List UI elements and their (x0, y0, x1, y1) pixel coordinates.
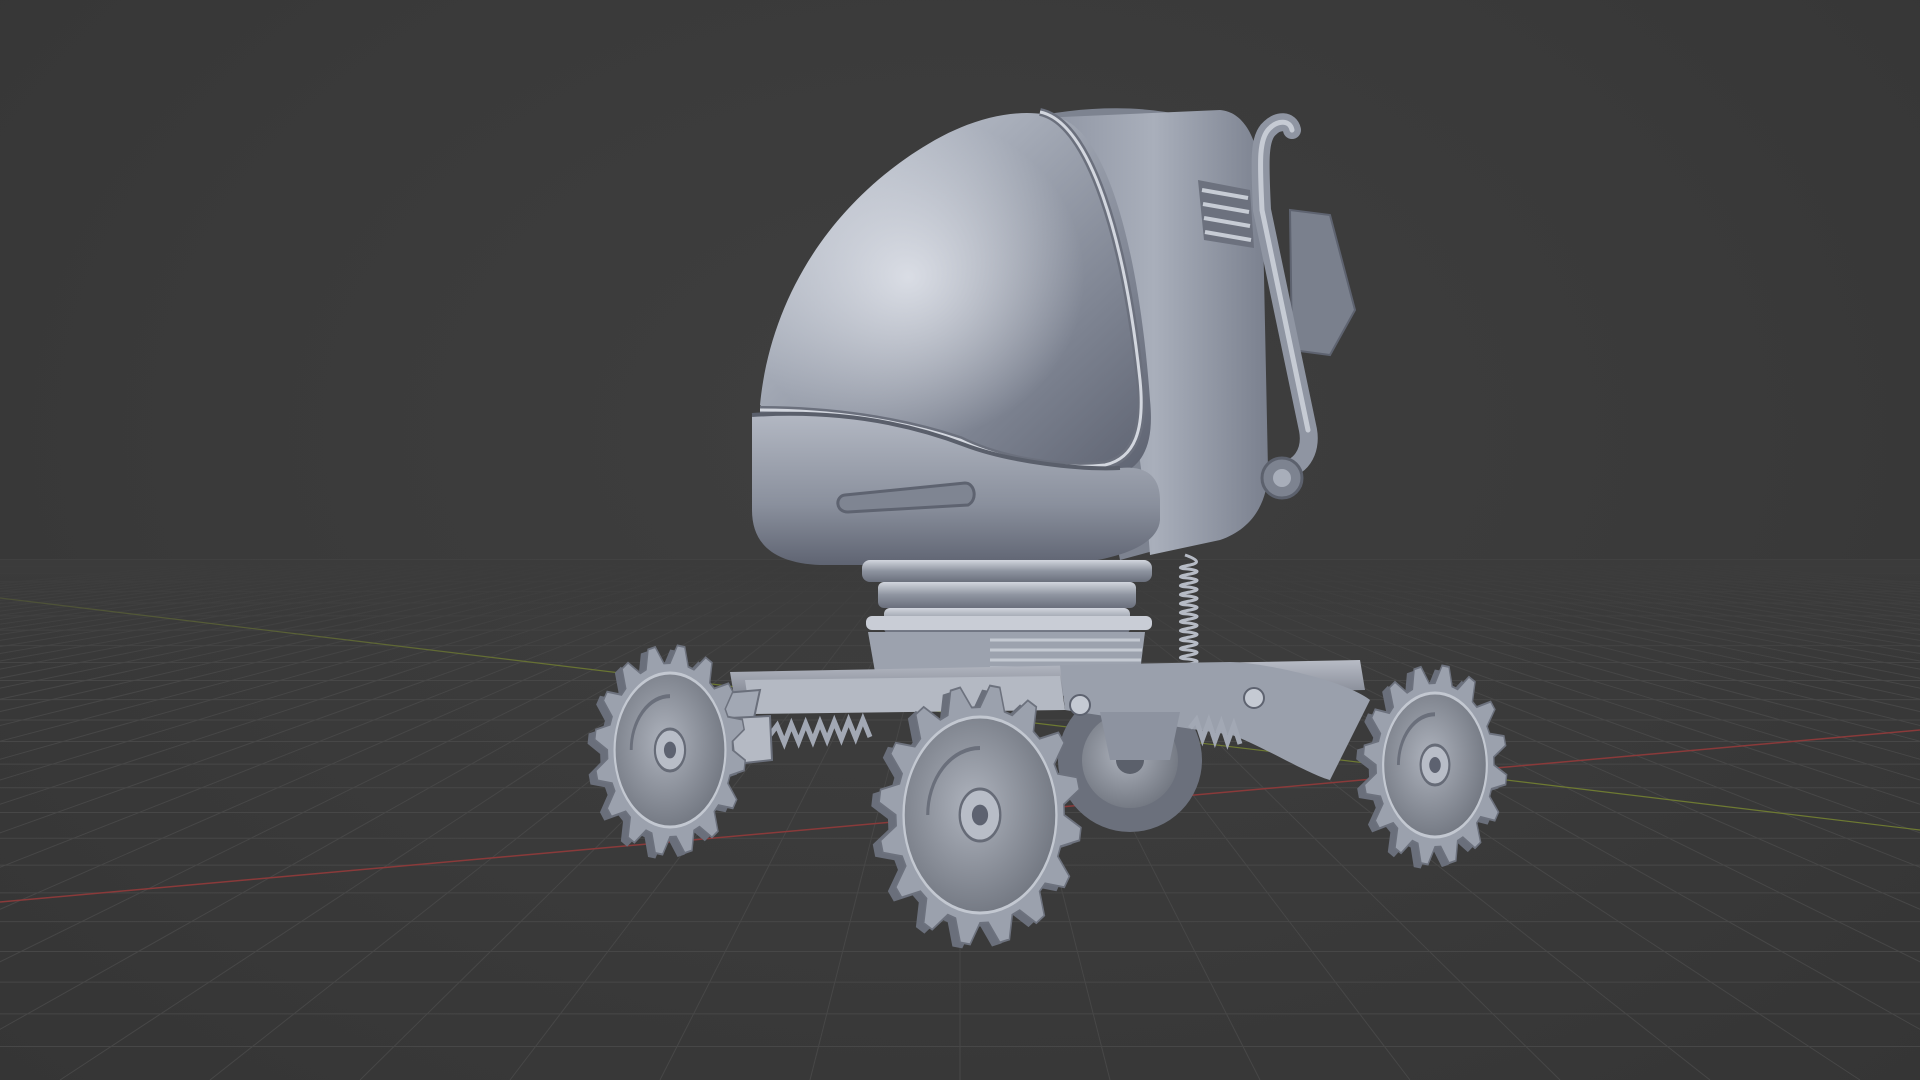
neck-rings (862, 560, 1152, 634)
robot-model[interactable] (587, 108, 1508, 949)
back-box (1288, 208, 1357, 357)
3d-viewport[interactable] (0, 0, 1920, 1080)
handle-mount-bolt (1273, 469, 1291, 487)
vent-grille (1198, 180, 1254, 248)
viewport-scene[interactable] (0, 0, 1920, 1080)
